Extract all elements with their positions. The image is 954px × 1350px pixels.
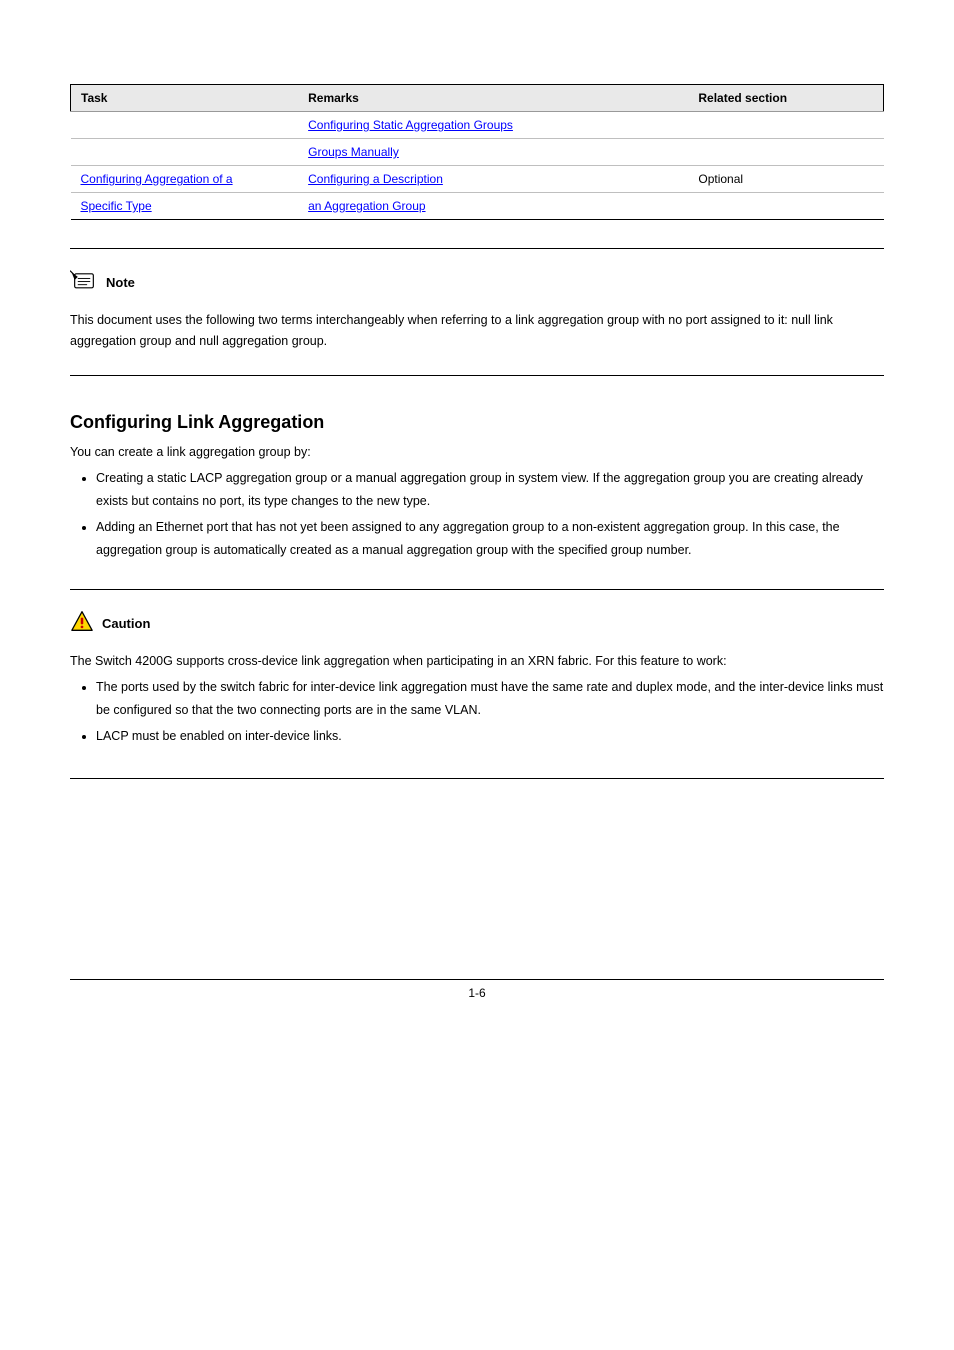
- link-groups-manually[interactable]: Groups Manually: [308, 145, 399, 159]
- caution-callout: Caution The Switch 4200G supports cross-…: [70, 589, 884, 779]
- note-callout: Note This document uses the following tw…: [70, 248, 884, 376]
- caution-body: The Switch 4200G supports cross-device l…: [70, 651, 884, 672]
- list-item: The ports used by the switch fabric for …: [96, 676, 884, 721]
- caution-header: Caution: [70, 610, 884, 637]
- section-p1: You can create a link aggregation group …: [70, 441, 884, 464]
- cell-remarks: Configuring Static Aggregation Groups: [298, 112, 688, 139]
- note-label: Note: [106, 275, 135, 290]
- cell-remarks: Groups Manually: [298, 139, 688, 166]
- cell-section: [688, 139, 883, 166]
- note-header: Note: [70, 269, 884, 296]
- note-body: This document uses the following two ter…: [70, 310, 884, 353]
- caution-label: Caution: [102, 616, 150, 631]
- link-an-aggregation-group[interactable]: an Aggregation Group: [308, 199, 425, 213]
- section-bullets: Creating a static LACP aggregation group…: [70, 467, 884, 561]
- th-section: Related section: [688, 85, 883, 112]
- table-row: Specific Type an Aggregation Group: [71, 193, 884, 220]
- list-item: LACP must be enabled on inter-device lin…: [96, 725, 884, 748]
- task-table: Task Remarks Related section Configuring…: [70, 84, 884, 220]
- cell-task: [71, 112, 299, 139]
- list-item: Adding an Ethernet port that has not yet…: [96, 516, 884, 561]
- cell-task: Configuring Aggregation of a: [71, 166, 299, 193]
- caution-icon: [70, 610, 94, 637]
- table-row: Configuring Aggregation of a Configuring…: [71, 166, 884, 193]
- list-item: Creating a static LACP aggregation group…: [96, 467, 884, 512]
- cell-remarks: Configuring a Description: [298, 166, 688, 193]
- link-config-static-agg[interactable]: Configuring Static Aggregation Groups: [308, 118, 513, 132]
- table-row: Configuring Static Aggregation Groups: [71, 112, 884, 139]
- table-row: Groups Manually: [71, 139, 884, 166]
- caution-bullets: The ports used by the switch fabric for …: [70, 676, 884, 748]
- cell-section: Optional: [688, 166, 883, 193]
- cell-remarks: an Aggregation Group: [298, 193, 688, 220]
- section-heading: Configuring Link Aggregation: [70, 412, 884, 433]
- cell-section: [688, 112, 883, 139]
- th-remarks: Remarks: [298, 85, 688, 112]
- page-number: 1-6: [468, 986, 485, 1000]
- link-config-description[interactable]: Configuring a Description: [308, 172, 443, 186]
- th-task: Task: [71, 85, 299, 112]
- link-specific-type[interactable]: Specific Type: [81, 199, 152, 213]
- cell-task: [71, 139, 299, 166]
- note-icon: [70, 269, 98, 296]
- page-footer: 1-6: [70, 979, 884, 1000]
- link-config-agg-of-a[interactable]: Configuring Aggregation of a: [81, 172, 233, 186]
- cell-task: Specific Type: [71, 193, 299, 220]
- cell-section: [688, 193, 883, 220]
